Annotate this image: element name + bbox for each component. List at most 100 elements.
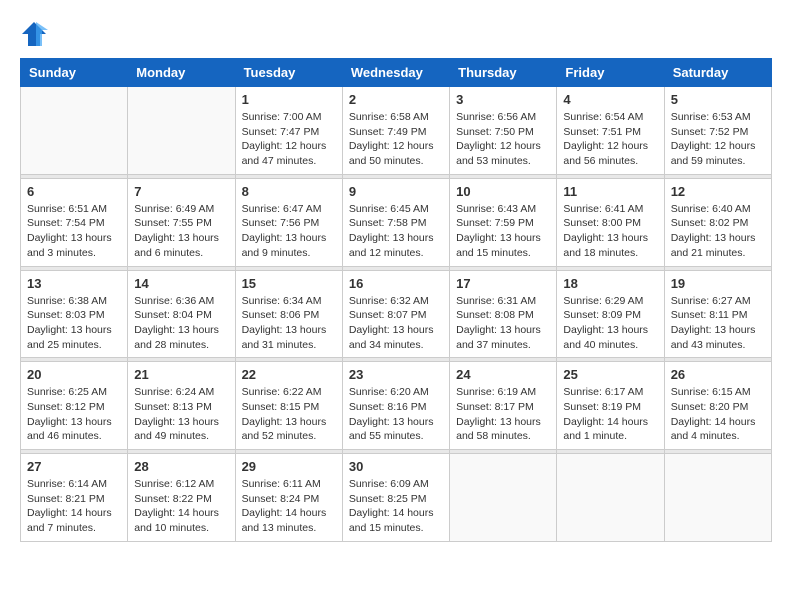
day-number: 5: [671, 92, 765, 107]
day-of-week-header: Saturday: [664, 59, 771, 87]
day-info: Sunrise: 6:56 AM Sunset: 7:50 PM Dayligh…: [456, 110, 550, 169]
calendar-day-cell: 15 Sunrise: 6:34 AM Sunset: 8:06 PM Dayli…: [235, 270, 342, 358]
day-number: 10: [456, 184, 550, 199]
calendar-week-row: 20 Sunrise: 6:25 AM Sunset: 8:12 PM Dayli…: [21, 362, 772, 450]
calendar: SundayMondayTuesdayWednesdayThursdayFrid…: [20, 58, 772, 542]
calendar-day-cell: 2 Sunrise: 6:58 AM Sunset: 7:49 PM Daylig…: [342, 87, 449, 175]
day-number: 26: [671, 367, 765, 382]
day-info: Sunrise: 6:20 AM Sunset: 8:16 PM Dayligh…: [349, 385, 443, 444]
day-number: 9: [349, 184, 443, 199]
day-of-week-header: Monday: [128, 59, 235, 87]
day-number: 24: [456, 367, 550, 382]
calendar-day-cell: 21Sunrise: 6:24 AM Sunset: 8:13 PM Dayli…: [128, 362, 235, 450]
day-info: Sunrise: 6:41 AM Sunset: 8:00 PM Dayligh…: [563, 202, 657, 261]
day-info: Sunrise: 6:12 AM Sunset: 8:22 PM Dayligh…: [134, 477, 228, 536]
calendar-day-cell: 19 Sunrise: 6:27 AM Sunset: 8:11 PM Dayli…: [664, 270, 771, 358]
day-of-week-header: Sunday: [21, 59, 128, 87]
day-info: Sunrise: 6:47 AM Sunset: 7:56 PM Dayligh…: [242, 202, 336, 261]
day-number: 3: [456, 92, 550, 107]
day-number: 11: [563, 184, 657, 199]
calendar-day-cell: 3 Sunrise: 6:56 AM Sunset: 7:50 PM Daylig…: [450, 87, 557, 175]
calendar-day-cell: 12Sunrise: 6:40 AM Sunset: 8:02 PM Dayli…: [664, 178, 771, 266]
day-info: Sunrise: 6:31 AM Sunset: 8:08 PM Dayligh…: [456, 294, 550, 353]
day-number: 13: [27, 276, 121, 291]
day-of-week-header: Thursday: [450, 59, 557, 87]
day-info: Sunrise: 6:11 AM Sunset: 8:24 PM Dayligh…: [242, 477, 336, 536]
calendar-day-cell: 6 Sunrise: 6:51 AM Sunset: 7:54 PM Daylig…: [21, 178, 128, 266]
calendar-day-cell: [664, 454, 771, 542]
day-number: 30: [349, 459, 443, 474]
day-info: Sunrise: 6:49 AM Sunset: 7:55 PM Dayligh…: [134, 202, 228, 261]
calendar-day-cell: 20 Sunrise: 6:25 AM Sunset: 8:12 PM Dayli…: [21, 362, 128, 450]
day-number: 21: [134, 367, 228, 382]
day-info: Sunrise: 6:54 AM Sunset: 7:51 PM Dayligh…: [563, 110, 657, 169]
calendar-day-cell: 25Sunrise: 6:17 AM Sunset: 8:19 PM Dayli…: [557, 362, 664, 450]
calendar-day-cell: 13 Sunrise: 6:38 AM Sunset: 8:03 PM Dayli…: [21, 270, 128, 358]
calendar-body: 1 Sunrise: 7:00 AM Sunset: 7:47 PM Daylig…: [21, 87, 772, 542]
day-info: Sunrise: 6:25 AM Sunset: 8:12 PM Dayligh…: [27, 385, 121, 444]
calendar-day-cell: 28 Sunrise: 6:12 AM Sunset: 8:22 PM Dayli…: [128, 454, 235, 542]
calendar-day-cell: 22Sunrise: 6:22 AM Sunset: 8:15 PM Dayli…: [235, 362, 342, 450]
day-number: 4: [563, 92, 657, 107]
day-info: Sunrise: 6:29 AM Sunset: 8:09 PM Dayligh…: [563, 294, 657, 353]
day-info: Sunrise: 6:19 AM Sunset: 8:17 PM Dayligh…: [456, 385, 550, 444]
calendar-day-cell: [450, 454, 557, 542]
day-number: 16: [349, 276, 443, 291]
day-info: Sunrise: 6:38 AM Sunset: 8:03 PM Dayligh…: [27, 294, 121, 353]
day-number: 2: [349, 92, 443, 107]
calendar-day-cell: 7 Sunrise: 6:49 AM Sunset: 7:55 PM Daylig…: [128, 178, 235, 266]
calendar-day-cell: 9 Sunrise: 6:45 AM Sunset: 7:58 PM Daylig…: [342, 178, 449, 266]
logo: [20, 20, 52, 48]
day-number: 18: [563, 276, 657, 291]
calendar-week-row: 1 Sunrise: 7:00 AM Sunset: 7:47 PM Daylig…: [21, 87, 772, 175]
day-info: Sunrise: 6:15 AM Sunset: 8:20 PM Dayligh…: [671, 385, 765, 444]
day-number: 22: [242, 367, 336, 382]
day-info: Sunrise: 6:09 AM Sunset: 8:25 PM Dayligh…: [349, 477, 443, 536]
day-number: 28: [134, 459, 228, 474]
day-number: 23: [349, 367, 443, 382]
day-of-week-header: Wednesday: [342, 59, 449, 87]
calendar-day-cell: 30 Sunrise: 6:09 AM Sunset: 8:25 PM Dayli…: [342, 454, 449, 542]
header-row: SundayMondayTuesdayWednesdayThursdayFrid…: [21, 59, 772, 87]
calendar-day-cell: 23 Sunrise: 6:20 AM Sunset: 8:16 PM Dayli…: [342, 362, 449, 450]
day-info: Sunrise: 6:51 AM Sunset: 7:54 PM Dayligh…: [27, 202, 121, 261]
calendar-day-cell: 17 Sunrise: 6:31 AM Sunset: 8:08 PM Dayli…: [450, 270, 557, 358]
day-number: 25: [563, 367, 657, 382]
day-info: Sunrise: 6:32 AM Sunset: 8:07 PM Dayligh…: [349, 294, 443, 353]
day-number: 7: [134, 184, 228, 199]
day-number: 17: [456, 276, 550, 291]
day-of-week-header: Friday: [557, 59, 664, 87]
calendar-day-cell: [557, 454, 664, 542]
day-number: 8: [242, 184, 336, 199]
calendar-week-row: 6 Sunrise: 6:51 AM Sunset: 7:54 PM Daylig…: [21, 178, 772, 266]
calendar-day-cell: 24 Sunrise: 6:19 AM Sunset: 8:17 PM Dayli…: [450, 362, 557, 450]
calendar-day-cell: 11 Sunrise: 6:41 AM Sunset: 8:00 PM Dayli…: [557, 178, 664, 266]
day-number: 1: [242, 92, 336, 107]
calendar-day-cell: 5 Sunrise: 6:53 AM Sunset: 7:52 PM Daylig…: [664, 87, 771, 175]
day-info: Sunrise: 6:53 AM Sunset: 7:52 PM Dayligh…: [671, 110, 765, 169]
day-info: Sunrise: 6:40 AM Sunset: 8:02 PM Dayligh…: [671, 202, 765, 261]
calendar-day-cell: 18 Sunrise: 6:29 AM Sunset: 8:09 PM Dayli…: [557, 270, 664, 358]
calendar-header: SundayMondayTuesdayWednesdayThursdayFrid…: [21, 59, 772, 87]
calendar-day-cell: 4 Sunrise: 6:54 AM Sunset: 7:51 PM Daylig…: [557, 87, 664, 175]
calendar-day-cell: 10Sunrise: 6:43 AM Sunset: 7:59 PM Dayli…: [450, 178, 557, 266]
day-number: 29: [242, 459, 336, 474]
day-number: 20: [27, 367, 121, 382]
day-info: Sunrise: 7:00 AM Sunset: 7:47 PM Dayligh…: [242, 110, 336, 169]
day-info: Sunrise: 6:58 AM Sunset: 7:49 PM Dayligh…: [349, 110, 443, 169]
calendar-day-cell: 26 Sunrise: 6:15 AM Sunset: 8:20 PM Dayli…: [664, 362, 771, 450]
logo-icon: [20, 20, 48, 48]
day-number: 14: [134, 276, 228, 291]
day-number: 6: [27, 184, 121, 199]
day-number: 27: [27, 459, 121, 474]
page-header: [20, 20, 772, 48]
day-number: 15: [242, 276, 336, 291]
day-info: Sunrise: 6:45 AM Sunset: 7:58 PM Dayligh…: [349, 202, 443, 261]
calendar-day-cell: 14Sunrise: 6:36 AM Sunset: 8:04 PM Dayli…: [128, 270, 235, 358]
calendar-day-cell: 27Sunrise: 6:14 AM Sunset: 8:21 PM Dayli…: [21, 454, 128, 542]
day-number: 19: [671, 276, 765, 291]
day-info: Sunrise: 6:34 AM Sunset: 8:06 PM Dayligh…: [242, 294, 336, 353]
day-info: Sunrise: 6:27 AM Sunset: 8:11 PM Dayligh…: [671, 294, 765, 353]
calendar-day-cell: 16 Sunrise: 6:32 AM Sunset: 8:07 PM Dayli…: [342, 270, 449, 358]
calendar-day-cell: 8 Sunrise: 6:47 AM Sunset: 7:56 PM Daylig…: [235, 178, 342, 266]
